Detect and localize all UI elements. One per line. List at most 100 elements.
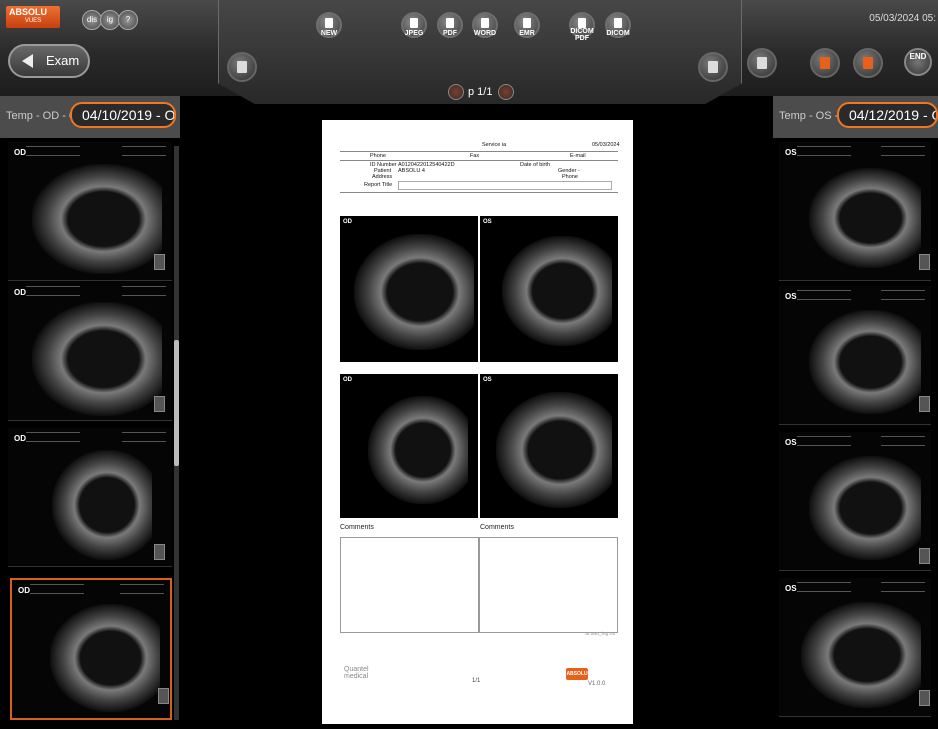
thumbnail-info (120, 584, 164, 594)
thumbnail-info (797, 582, 851, 592)
image-number-tag (919, 548, 930, 564)
report-image-2[interactable]: OS (480, 216, 618, 362)
left-panel-header: Temp - OD - 0 04/10/2019 - OD - 18 (0, 96, 180, 138)
thumbnail[interactable]: OS (779, 432, 931, 571)
ultrasound-image (496, 392, 612, 508)
report-phone2-label: Phone (562, 174, 578, 180)
mini-button-2[interactable]: ig (100, 10, 120, 30)
thumbnail[interactable]: OD (8, 428, 172, 567)
report-image-4[interactable]: OS (480, 374, 618, 518)
comments-left-box[interactable] (340, 537, 479, 633)
end-button-label: END (909, 52, 927, 61)
ultrasound-image (502, 236, 612, 346)
report-settings-button[interactable] (747, 48, 777, 78)
ultrasound-image (354, 234, 474, 350)
save-icon (820, 57, 830, 69)
divider (340, 160, 618, 161)
thumbnail-info (797, 290, 851, 300)
app-logo: ABSOLU VUES (6, 6, 60, 28)
report-image-eye-label: OS (483, 219, 492, 225)
image-number-tag (919, 396, 930, 412)
dicom-icon (614, 18, 622, 28)
ultrasound-image (809, 456, 921, 560)
report-date: 05/03/2024 (592, 142, 620, 148)
left-scrollbar[interactable] (174, 146, 179, 720)
print-right-button[interactable] (698, 52, 728, 82)
dicom-pdf-button-label: DICOM PDF (570, 28, 594, 42)
report-title-label: Report Title (364, 182, 393, 188)
report-dob-label: Date of birth (520, 162, 550, 168)
thumbnail[interactable]: OD (8, 142, 172, 281)
print-button[interactable] (853, 48, 883, 78)
ultrasound-image (32, 164, 162, 274)
thumbnail-info (881, 436, 925, 446)
right-thumbnail-strip: OS OS OS OS (779, 138, 931, 729)
thumbnail-eye-label: OS (785, 438, 797, 447)
right-panel-header: Temp - OS - 0 04/12/2019 - OS - 7 (773, 96, 938, 138)
thumbnail-info (26, 286, 80, 296)
thumbnail-eye-label: OD (18, 586, 30, 595)
end-button[interactable]: END (904, 48, 932, 76)
report-fax-label: Fax (470, 153, 480, 159)
pdf-icon (446, 18, 454, 28)
left-exam-date-tab[interactable]: 04/10/2019 - OD - 18 (70, 102, 176, 128)
thumbnail-info (797, 146, 851, 156)
dicom-pdf-icon (578, 18, 586, 28)
next-page-button[interactable] (498, 84, 514, 100)
report-title-field[interactable] (398, 181, 612, 190)
thumbnail-selected[interactable]: OD (10, 578, 172, 720)
left-scrollbar-thumb[interactable] (174, 340, 179, 466)
jpeg-button-label: JPEG (404, 30, 424, 37)
page-indicator: p 1/1 (448, 84, 518, 102)
thumbnail-info (797, 436, 851, 446)
image-number-tag (154, 254, 165, 270)
word-icon (481, 18, 489, 28)
thumbnail[interactable]: OD (8, 282, 172, 421)
thumbnail[interactable]: OS (779, 142, 931, 281)
mini-button-1[interactable]: dis (82, 10, 102, 30)
save-button[interactable] (810, 48, 840, 78)
exam-back-button[interactable]: Exam (8, 44, 90, 78)
comments-left-label: Comments (340, 524, 374, 531)
help-button[interactable]: ? (118, 10, 138, 30)
dicom-button-label: DICOM (606, 30, 630, 37)
ultrasound-image (809, 310, 921, 414)
report-service: Service ia (482, 142, 507, 148)
thumbnail-eye-label: OD (14, 148, 26, 157)
report-version: V1.0.0 (588, 681, 606, 687)
right-exam-date-tab[interactable]: 04/12/2019 - OS - 7 (837, 102, 938, 128)
thumbnail-info (881, 146, 925, 156)
new-page-icon (325, 18, 333, 28)
emr-icon (523, 18, 531, 28)
emr-button-label: EMR (519, 30, 535, 37)
app-logo-text: ABSOLU (9, 7, 47, 17)
ultrasound-image (52, 450, 152, 560)
thumbnail-eye-label: OS (785, 292, 797, 301)
thumbnail-info (881, 290, 925, 300)
brand-logo: ABSOLU (566, 668, 588, 680)
image-number-tag (919, 690, 930, 706)
print-left-button[interactable] (227, 52, 257, 82)
report-image-1[interactable]: OD (340, 216, 478, 362)
document-icon (757, 57, 767, 69)
printer-icon (863, 57, 873, 69)
report-address-label: Address (372, 174, 393, 180)
report-patient-value: ABSOLU 4 (398, 168, 425, 174)
thumbnail-info (881, 582, 925, 592)
comments-right-box[interactable] (479, 537, 618, 633)
divider (340, 192, 618, 193)
company-logo-text: Quantel medical (344, 666, 369, 680)
printer-icon (708, 61, 718, 73)
jpeg-icon (410, 18, 418, 28)
left-thumbnail-strip: OD OD OD OD (8, 138, 172, 729)
thumbnail[interactable]: OS (779, 578, 931, 717)
thumbnail-info (122, 432, 166, 442)
thumbnail-eye-label: OD (14, 434, 26, 443)
report-image-3[interactable]: OD (340, 374, 478, 518)
thumbnail-info (122, 286, 166, 296)
app-logo-sub: VUES (24, 18, 42, 24)
report-email-label: E-mail (570, 153, 586, 159)
prev-page-button[interactable] (448, 84, 464, 100)
thumbnail[interactable]: OS (779, 286, 931, 425)
report-image-eye-label: OD (343, 219, 352, 225)
